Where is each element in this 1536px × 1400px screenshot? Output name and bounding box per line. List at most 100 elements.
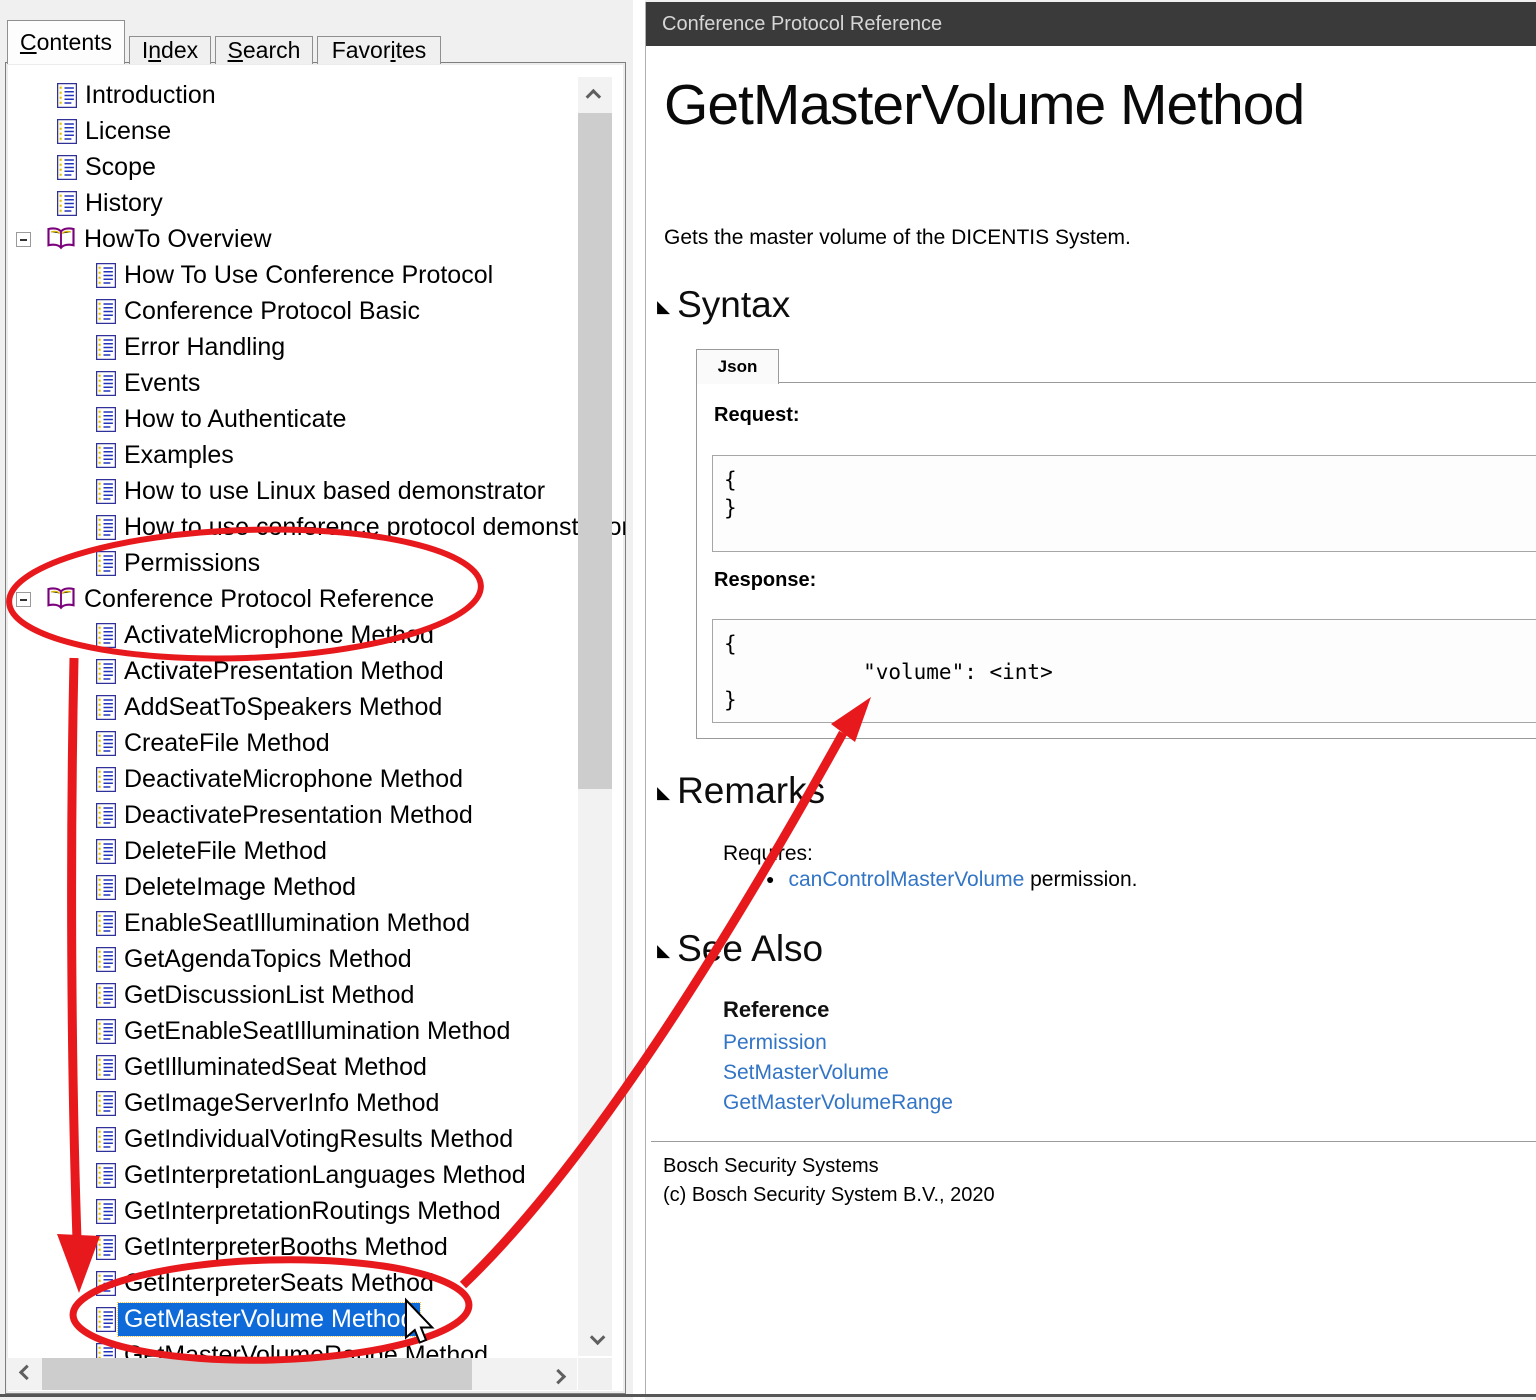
tree-item[interactable]: Permissions	[7, 545, 624, 581]
tab-index[interactable]: Index	[129, 36, 211, 64]
tree-item-label: DeleteImage Method	[124, 873, 356, 902]
topic-panel: Conference Protocol Reference GetMasterV…	[645, 2, 1536, 1394]
tree-item-label: GetInterpreterBooths Method	[124, 1233, 448, 1262]
horizontal-scroll-thumb[interactable]	[42, 1358, 472, 1390]
tree-item-label: CreateFile Method	[124, 729, 330, 758]
scroll-left-button[interactable]	[7, 1358, 41, 1390]
document-icon	[96, 335, 116, 360]
tab-search[interactable]: Search	[215, 36, 313, 64]
tree-item[interactable]: License	[7, 113, 624, 149]
scroll-right-button[interactable]	[543, 1358, 577, 1390]
permission-link[interactable]: canControlMasterVolume	[788, 868, 1024, 891]
tree-item[interactable]: Conference Protocol Basic	[7, 293, 624, 329]
document-icon	[57, 119, 77, 144]
tree-item-label: Permissions	[124, 549, 260, 578]
tree-item-label: DeactivatePresentation Method	[124, 801, 473, 830]
tree-item[interactable]: DeleteFile Method	[7, 833, 624, 869]
footer-line: (c) Bosch Security System B.V., 2020	[663, 1181, 995, 1210]
chevron-down-icon	[589, 1329, 605, 1345]
tree-item-label: GetInterpretationLanguages Method	[124, 1161, 526, 1190]
scroll-down-button[interactable]	[578, 1322, 612, 1356]
book-icon	[46, 226, 76, 252]
panel-divider[interactable]	[633, 0, 645, 1400]
tree-item-label: GetAgendaTopics Method	[124, 945, 412, 974]
document-icon	[96, 443, 116, 468]
section-title: See Also	[677, 928, 823, 969]
tree-item[interactable]: GetInterpretationRoutings Method	[7, 1193, 624, 1229]
tree-expander-minus[interactable]	[16, 232, 31, 247]
see-also-link[interactable]: SetMasterVolume	[723, 1058, 953, 1088]
tree-item[interactable]: How to use Linux based demonstrator	[7, 473, 624, 509]
tree-item[interactable]: GetAgendaTopics Method	[7, 941, 624, 977]
vertical-scroll-thumb[interactable]	[578, 113, 612, 789]
tree-item[interactable]: Events	[7, 365, 624, 401]
tree-item[interactable]: How To Use Conference Protocol	[7, 257, 624, 293]
tree-item[interactable]: GetInterpreterSeats Method	[7, 1265, 624, 1301]
horizontal-scrollbar[interactable]	[7, 1358, 577, 1390]
tree-item-label: DeleteFile Method	[124, 837, 327, 866]
footer-line: Bosch Security Systems	[663, 1152, 995, 1181]
syntax-code-panel: Request: { } Response: { "volume": <int>…	[696, 382, 1536, 739]
document-icon	[96, 479, 116, 504]
document-icon	[96, 1235, 116, 1260]
tree-item[interactable]: DeactivatePresentation Method	[7, 797, 624, 833]
tree-item[interactable]: EnableSeatIllumination Method	[7, 905, 624, 941]
tree-item[interactable]: How to Authenticate	[7, 401, 624, 437]
tree-item-label: How to Authenticate	[124, 405, 346, 434]
tree-item[interactable]: GetDiscussionList Method	[7, 977, 624, 1013]
tree-item[interactable]: Introduction	[7, 77, 624, 113]
document-icon	[96, 803, 116, 828]
tree-item[interactable]: GetInterpretationLanguages Method	[7, 1157, 624, 1193]
tree-item-label: Introduction	[85, 81, 216, 110]
see-also-link[interactable]: Permission	[723, 1028, 953, 1058]
tree-item-label: DeactivateMicrophone Method	[124, 765, 463, 794]
tree-item-label: EnableSeatIllumination Method	[124, 909, 470, 938]
tree-item[interactable]: Scope	[7, 149, 624, 185]
footer: Bosch Security Systems (c) Bosch Securit…	[663, 1152, 995, 1210]
tree-item[interactable]: History	[7, 185, 624, 221]
tree-item[interactable]: GetMasterVolume Method	[7, 1301, 624, 1337]
tree-expander-minus[interactable]	[16, 592, 31, 607]
document-icon	[96, 1199, 116, 1224]
tree-item[interactable]: GetIlluminatedSeat Method	[7, 1049, 624, 1085]
tree-item[interactable]: ActivateMicrophone Method	[7, 617, 624, 653]
tree-item[interactable]: ActivatePresentation Method	[7, 653, 624, 689]
tree-item[interactable]: GetInterpreterBooths Method	[7, 1229, 624, 1265]
tree-item[interactable]: GetIndividualVotingResults Method	[7, 1121, 624, 1157]
tab-label: n	[148, 37, 161, 64]
document-icon	[96, 1019, 116, 1044]
tree-item[interactable]: GetEnableSeatIllumination Method	[7, 1013, 624, 1049]
syntax-heading[interactable]: ◣Syntax	[657, 284, 790, 326]
tree-item-label: Error Handling	[124, 333, 285, 362]
tree-item-label: GetDiscussionList Method	[124, 981, 414, 1010]
tab-label: Favor	[332, 37, 391, 64]
tree-item[interactable]: Error Handling	[7, 329, 624, 365]
see-also-link[interactable]: GetMasterVolumeRange	[723, 1088, 953, 1118]
tree-item[interactable]: CreateFile Method	[7, 725, 624, 761]
document-icon	[96, 263, 116, 288]
vertical-scrollbar[interactable]	[578, 77, 612, 1356]
tree-item[interactable]: DeleteImage Method	[7, 869, 624, 905]
tab-contents[interactable]: Contents	[7, 20, 125, 64]
document-icon	[96, 659, 116, 684]
tab-favorites[interactable]: Favorites	[317, 36, 441, 64]
document-icon	[57, 83, 77, 108]
tree-item[interactable]: HowTo Overview	[7, 221, 624, 257]
tree-item[interactable]: DeactivateMicrophone Method	[7, 761, 624, 797]
tree-item[interactable]: Examples	[7, 437, 624, 473]
json-tab[interactable]: Json	[696, 349, 779, 384]
tree-item-label: Scope	[85, 153, 156, 182]
document-icon	[96, 1271, 116, 1296]
tree-item[interactable]: Conference Protocol Reference	[7, 581, 624, 617]
see-also-heading[interactable]: ◣See Also	[657, 928, 823, 970]
document-icon	[96, 515, 116, 540]
tree-item[interactable]: How to use conference protocol demonstra…	[7, 509, 624, 545]
document-icon	[96, 767, 116, 792]
window-bottom-edge	[0, 1394, 1536, 1397]
tree-item[interactable]: GetImageServerInfo Method	[7, 1085, 624, 1121]
scroll-up-button[interactable]	[578, 77, 612, 111]
chevron-up-icon	[585, 88, 601, 104]
remarks-heading[interactable]: ◣Remarks	[657, 770, 825, 812]
tree-item[interactable]: AddSeatToSpeakers Method	[7, 689, 624, 725]
tree-item-label: Conference Protocol Basic	[124, 297, 420, 326]
